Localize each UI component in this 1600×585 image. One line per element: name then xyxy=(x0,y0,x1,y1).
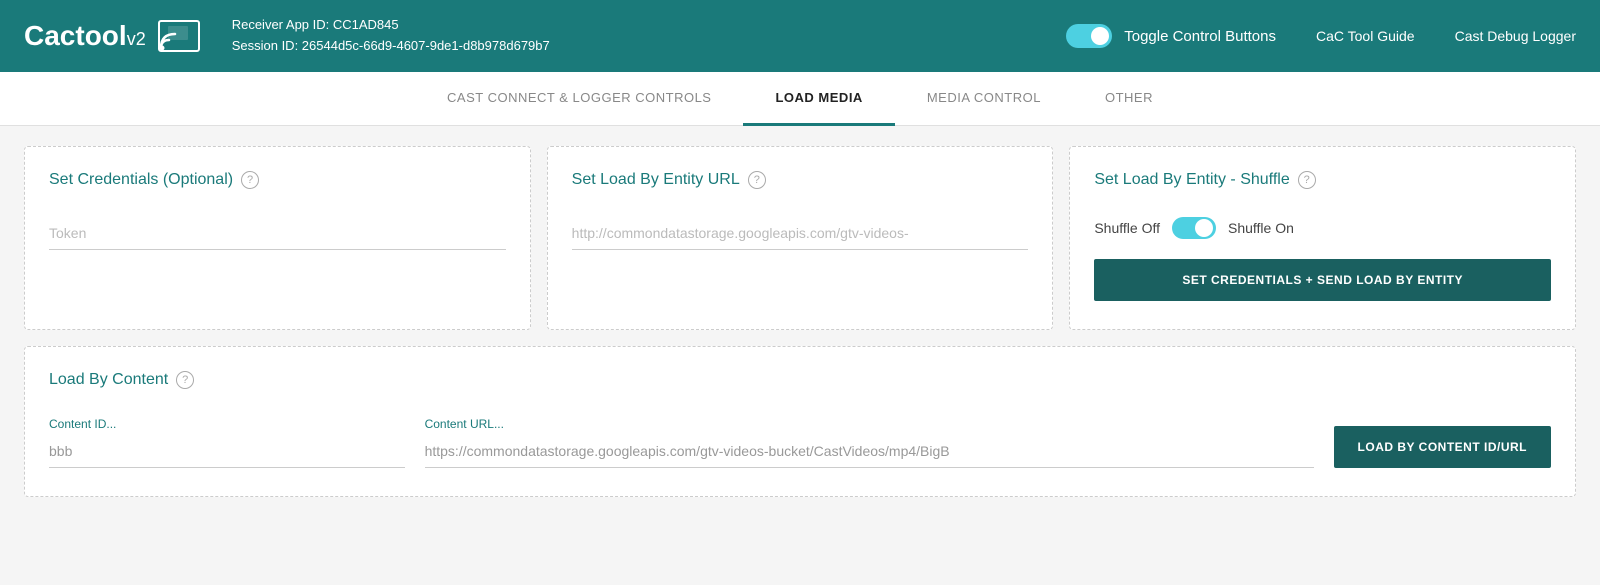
app-version: v2 xyxy=(127,29,146,49)
logo-area: Cactoolv2 xyxy=(24,20,200,52)
tab-media-control[interactable]: MEDIA CONTROL xyxy=(895,72,1073,126)
receiver-app-id: Receiver App ID: CC1AD845 xyxy=(232,15,1067,36)
tab-other[interactable]: OTHER xyxy=(1073,72,1185,126)
tabs-bar: CAST CONNECT & LOGGER CONTROLS LOAD MEDI… xyxy=(0,72,1600,126)
app-header: Cactoolv2 Receiver App ID: CC1AD845 Sess… xyxy=(0,0,1600,72)
shuffle-toggle-row: Shuffle Off Shuffle On xyxy=(1094,217,1551,239)
entity-url-input[interactable] xyxy=(572,217,1029,250)
header-info: Receiver App ID: CC1AD845 Session ID: 26… xyxy=(232,15,1067,57)
nav-logger-link[interactable]: Cast Debug Logger xyxy=(1455,28,1576,44)
session-id: Session ID: 26544d5c-66d9-4607-9de1-d8b9… xyxy=(232,36,1067,57)
set-credentials-label: Set Credentials (Optional) xyxy=(49,171,233,189)
header-nav: CaC Tool Guide Cast Debug Logger xyxy=(1316,28,1576,44)
content-id-input[interactable] xyxy=(49,435,405,468)
content-url-input[interactable] xyxy=(425,435,1314,468)
toggle-area: Toggle Control Buttons xyxy=(1066,24,1276,48)
set-credentials-help-icon[interactable]: ? xyxy=(241,171,259,189)
set-load-entity-url-title: Set Load By Entity URL ? xyxy=(572,171,1029,189)
set-load-entity-url-help-icon[interactable]: ? xyxy=(748,171,766,189)
content-url-group: Content URL... xyxy=(425,417,1314,468)
top-card-row: Set Credentials (Optional) ? Set Load By… xyxy=(24,146,1576,330)
load-by-content-card: Load By Content ? Content ID... Content … xyxy=(24,346,1576,497)
set-credentials-send-load-entity-button[interactable]: SET CREDENTIALS + SEND LOAD BY ENTITY xyxy=(1094,259,1551,301)
tab-load-media[interactable]: LOAD MEDIA xyxy=(743,72,894,126)
tab-cast-connect[interactable]: CAST CONNECT & LOGGER CONTROLS xyxy=(415,72,743,126)
load-by-content-button[interactable]: LOAD BY CONTENT ID/URL xyxy=(1334,426,1551,468)
load-by-content-help-icon[interactable]: ? xyxy=(176,371,194,389)
content-url-label: Content URL... xyxy=(425,417,1314,431)
set-load-entity-shuffle-card: Set Load By Entity - Shuffle ? Shuffle O… xyxy=(1069,146,1576,330)
toggle-label: Toggle Control Buttons xyxy=(1124,28,1276,45)
set-credentials-title: Set Credentials (Optional) ? xyxy=(49,171,506,189)
content-id-group: Content ID... xyxy=(49,417,405,468)
load-content-row: Content ID... Content URL... LOAD BY CON… xyxy=(49,417,1551,468)
shuffle-off-label: Shuffle Off xyxy=(1094,220,1160,236)
load-by-content-label: Load By Content xyxy=(49,371,168,389)
token-input[interactable] xyxy=(49,217,506,250)
set-load-entity-shuffle-title: Set Load By Entity - Shuffle ? xyxy=(1094,171,1551,189)
set-load-entity-shuffle-label: Set Load By Entity - Shuffle xyxy=(1094,171,1289,189)
set-credentials-card: Set Credentials (Optional) ? xyxy=(24,146,531,330)
set-load-entity-shuffle-help-icon[interactable]: ? xyxy=(1298,171,1316,189)
shuffle-toggle[interactable] xyxy=(1172,217,1216,239)
set-load-entity-url-card: Set Load By Entity URL ? xyxy=(547,146,1054,330)
load-by-content-title: Load By Content ? xyxy=(49,371,1551,389)
app-name: Cactool xyxy=(24,20,127,51)
shuffle-on-label: Shuffle On xyxy=(1228,220,1294,236)
main-content: Set Credentials (Optional) ? Set Load By… xyxy=(0,126,1600,517)
content-id-label: Content ID... xyxy=(49,417,405,431)
set-load-entity-url-label: Set Load By Entity URL xyxy=(572,171,740,189)
toggle-control-buttons[interactable] xyxy=(1066,24,1112,48)
cast-icon xyxy=(158,20,200,52)
nav-guide-link[interactable]: CaC Tool Guide xyxy=(1316,28,1415,44)
logo-text: Cactoolv2 xyxy=(24,20,146,52)
